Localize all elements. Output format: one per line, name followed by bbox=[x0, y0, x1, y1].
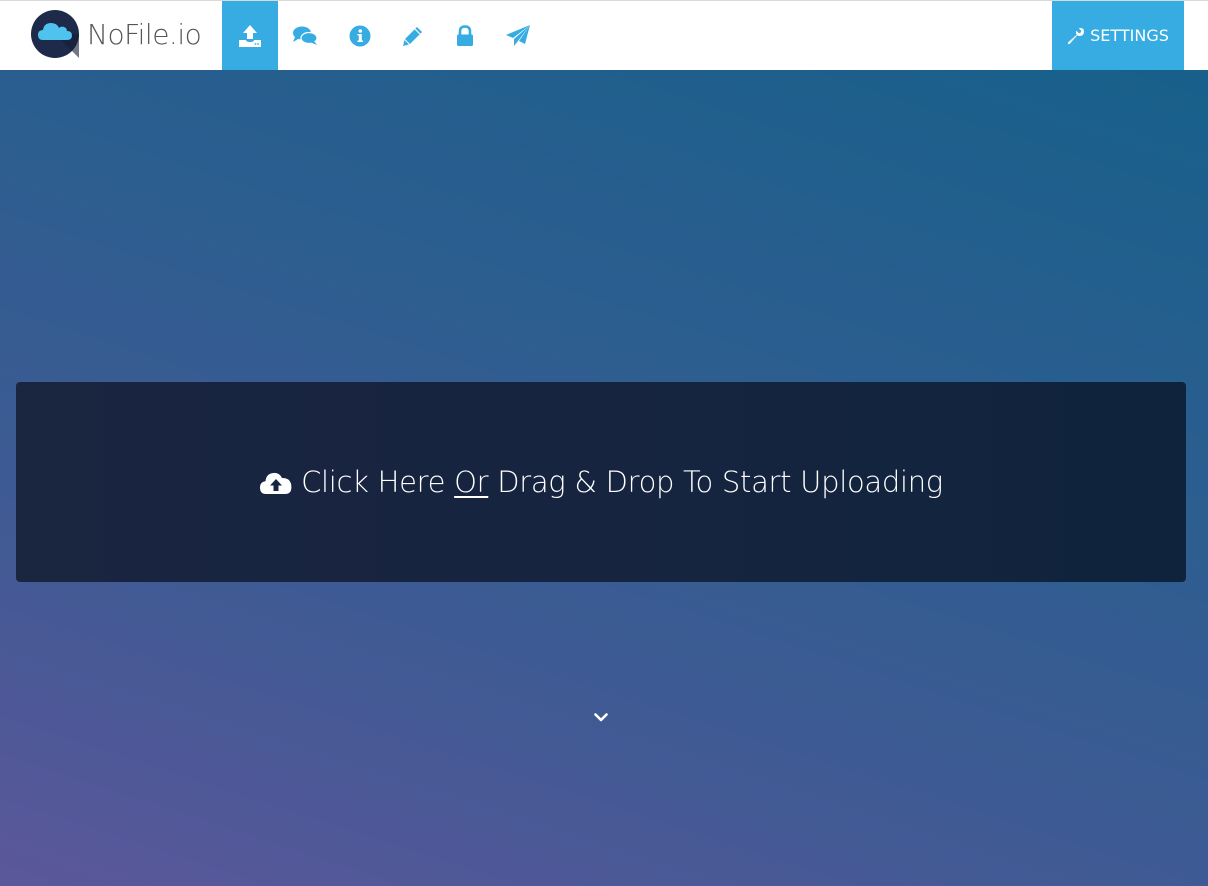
settings-button[interactable]: SETTINGS bbox=[1052, 1, 1184, 70]
top-navbar: NoFile.io SETTINGS bbox=[0, 0, 1208, 70]
info-icon bbox=[349, 25, 371, 46]
brand-logo[interactable]: NoFile.io bbox=[30, 8, 202, 60]
settings-label: SETTINGS bbox=[1090, 26, 1169, 45]
dropzone-or: Or bbox=[454, 465, 489, 499]
nav-info[interactable] bbox=[335, 1, 385, 70]
chevron-down-icon bbox=[594, 713, 608, 722]
nav-upload[interactable] bbox=[222, 1, 278, 70]
dropzone-prompt: Click Here Or Drag & Drop To Start Uploa… bbox=[259, 465, 943, 499]
dropzone-text-end: Drag & Drop To Start Uploading bbox=[497, 465, 943, 499]
upload-dropzone[interactable]: Click Here Or Drag & Drop To Start Uploa… bbox=[16, 382, 1186, 582]
nav-send[interactable] bbox=[493, 1, 543, 70]
lock-icon bbox=[457, 24, 473, 46]
nav-edit[interactable] bbox=[388, 1, 438, 70]
wrench-icon bbox=[1067, 27, 1085, 44]
brand-name: NoFile.io bbox=[87, 17, 202, 51]
cloud-logo-icon bbox=[31, 10, 79, 58]
cloud-upload-icon bbox=[260, 472, 292, 494]
dropzone-text-start: Click Here bbox=[301, 465, 446, 499]
paper-plane-icon bbox=[506, 24, 530, 46]
upload-icon bbox=[239, 24, 261, 47]
scroll-down-button[interactable] bbox=[592, 710, 610, 726]
nav-lock[interactable] bbox=[440, 1, 490, 70]
pencil-icon bbox=[403, 26, 422, 46]
chat-icon bbox=[293, 26, 318, 45]
nav-chat[interactable] bbox=[280, 1, 330, 70]
